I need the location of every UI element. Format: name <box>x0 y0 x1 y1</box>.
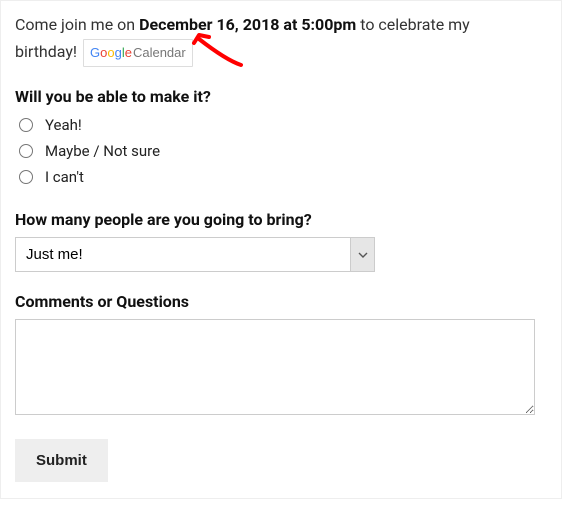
guests-select-wrap[interactable]: Just me! <box>15 237 375 272</box>
attend-radio-group: Yeah! Maybe / Not sure I can't <box>15 112 547 190</box>
question-guests-label: How many people are you going to bring? <box>15 210 547 229</box>
radio-option-maybe[interactable]: Maybe / Not sure <box>19 138 547 164</box>
intro-prefix: Come join me on <box>15 15 139 34</box>
question-attend-label: Will you be able to make it? <box>15 87 547 106</box>
intro-text: Come join me on December 16, 2018 at 5:0… <box>15 11 547 67</box>
radio-input-maybe[interactable] <box>19 144 33 158</box>
google-g2: g <box>115 45 122 60</box>
radio-label: Maybe / Not sure <box>45 142 160 160</box>
radio-label: I can't <box>45 168 84 186</box>
submit-button[interactable]: Submit <box>15 439 108 482</box>
chevron-down-icon <box>350 238 374 271</box>
radio-option-cant[interactable]: I can't <box>19 164 547 190</box>
google-calendar-button[interactable]: GoogleCalendar <box>83 39 193 67</box>
google-o2: o <box>107 45 114 60</box>
intro-suffix2: birthday! <box>15 42 81 61</box>
comments-textarea[interactable] <box>15 319 535 415</box>
radio-input-yeah[interactable] <box>19 118 33 132</box>
google-e: e <box>125 45 132 60</box>
radio-input-cant[interactable] <box>19 170 33 184</box>
question-comments-label: Comments or Questions <box>15 292 547 311</box>
intro-suffix1: to celebrate my <box>356 15 469 34</box>
intro-date: December 16, 2018 at 5:00pm <box>139 15 356 34</box>
guests-select[interactable]: Just me! <box>16 238 350 271</box>
radio-label: Yeah! <box>45 116 82 134</box>
rsvp-form-container: Come join me on December 16, 2018 at 5:0… <box>0 0 562 499</box>
google-g: G <box>90 45 100 60</box>
radio-option-yeah[interactable]: Yeah! <box>19 112 547 138</box>
google-calendar-word: Calendar <box>133 45 186 60</box>
